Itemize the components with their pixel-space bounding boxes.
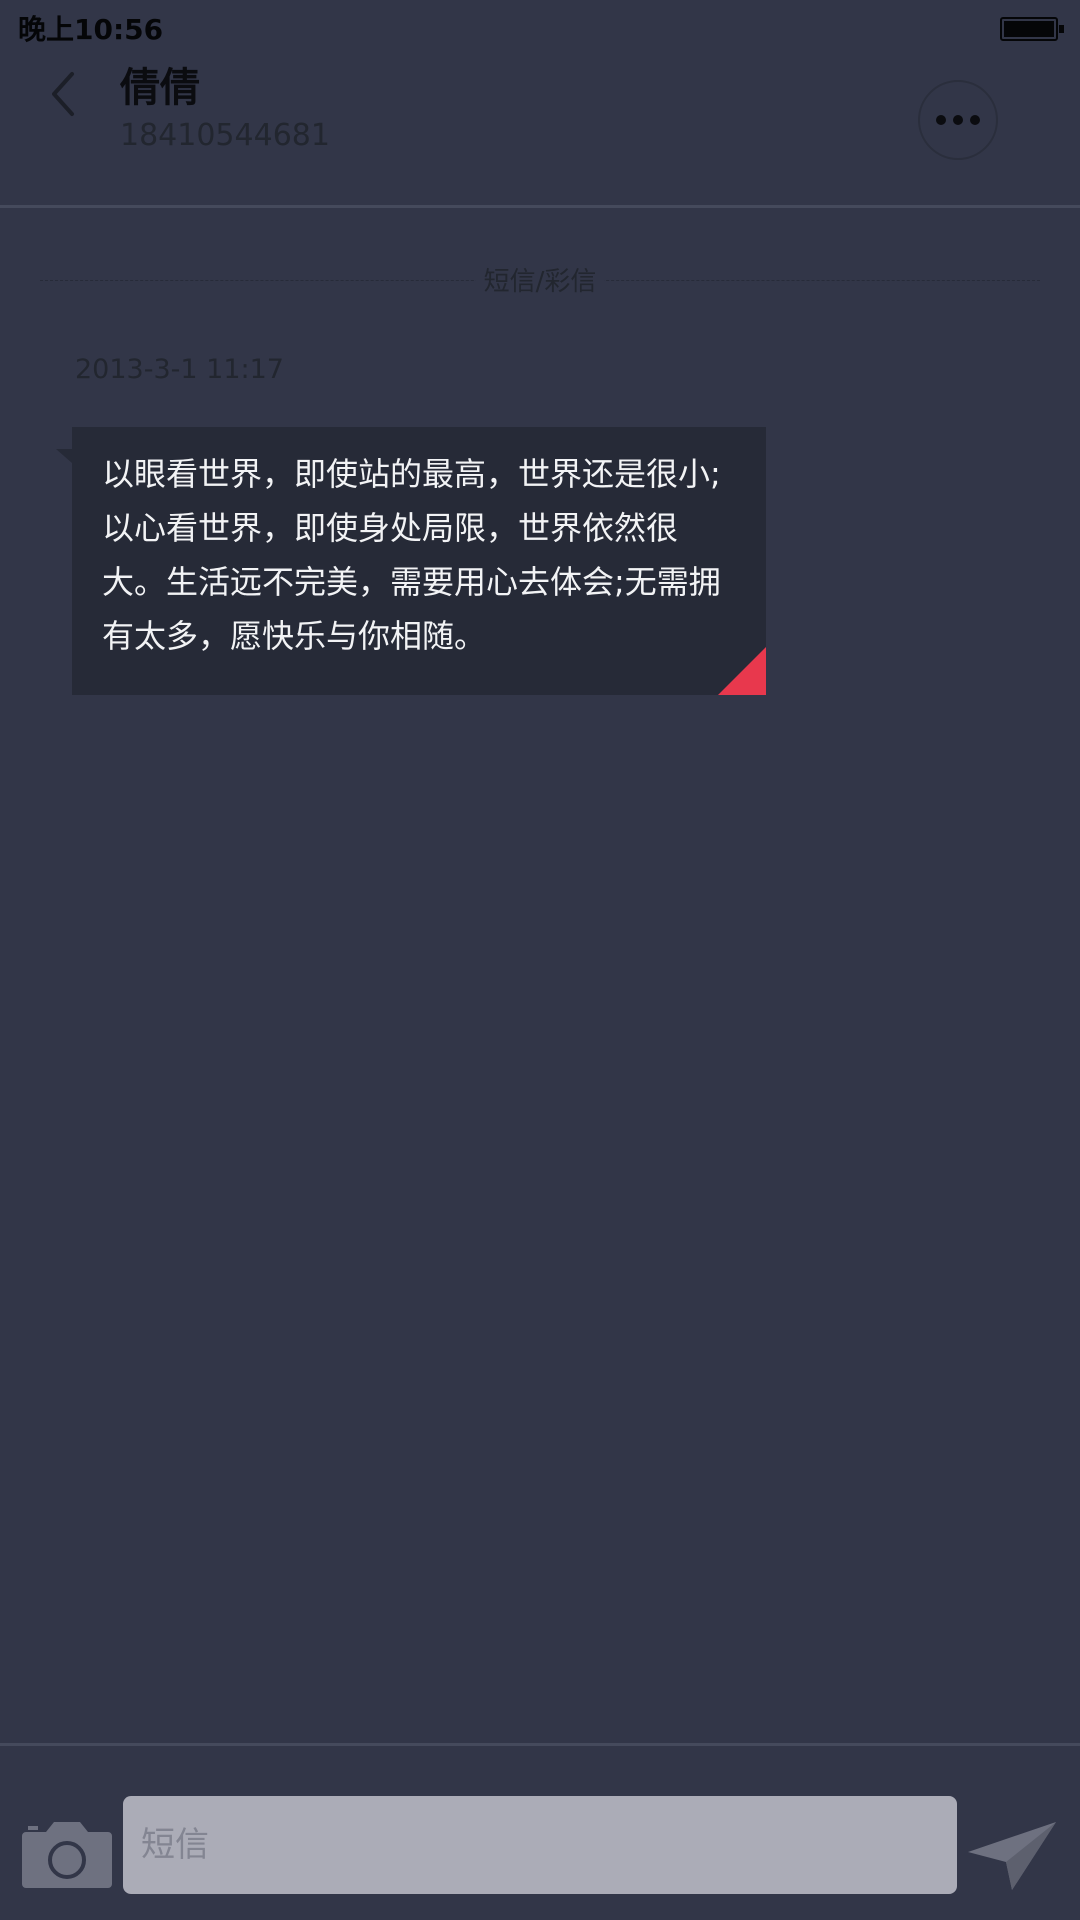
channel-separator: 短信/彩信 — [40, 262, 1040, 302]
channel-label: 短信/彩信 — [475, 267, 605, 297]
battery-level-fill — [1004, 21, 1054, 37]
message-timestamp: 2013-3-1 11:17 — [75, 354, 284, 385]
battery-icon — [1000, 17, 1064, 41]
more-button[interactable] — [918, 80, 998, 160]
paper-plane-icon — [968, 1822, 1056, 1890]
conversation-header: 倩倩 18410544681 — [0, 60, 1080, 206]
bubble-corner-marker — [718, 647, 766, 695]
status-time: 晚上10:56 — [18, 13, 164, 46]
contact-name: 倩倩 — [120, 65, 200, 111]
camera-button[interactable] — [20, 1818, 114, 1890]
contact-number: 18410544681 — [120, 118, 330, 153]
status-bar: 晚上10:56 — [0, 0, 1080, 60]
sms-input[interactable] — [123, 1796, 957, 1894]
more-dots-icon — [936, 115, 946, 125]
camera-icon — [22, 1822, 112, 1888]
send-button[interactable] — [966, 1818, 1060, 1892]
message-bubble[interactable]: 以眼看世界，即使站的最高，世界还是很小;以心看世界，即使身处局限，世界依然很大。… — [56, 427, 766, 695]
input-bar-divider — [0, 1743, 1080, 1746]
back-button[interactable] — [40, 64, 90, 124]
chevron-left-icon — [52, 72, 74, 116]
message-thread-screen: 晚上10:56 倩倩 18410544681 短信/彩信 2013-3-1 11… — [0, 0, 1080, 1920]
message-text: 以眼看世界，即使站的最高，世界还是很小;以心看世界，即使身处局限，世界依然很大。… — [102, 455, 721, 655]
header-divider — [0, 205, 1080, 208]
